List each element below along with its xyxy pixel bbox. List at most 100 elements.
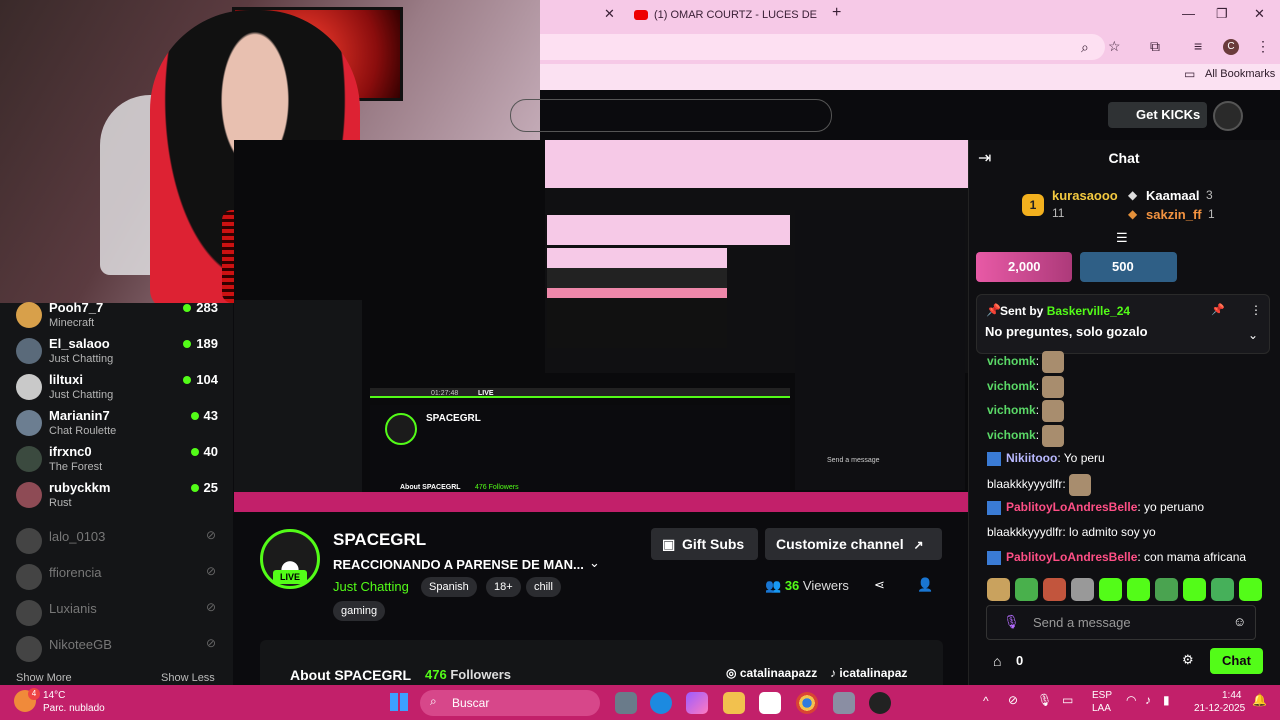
chat-message: vichomk: xyxy=(987,351,1065,373)
chat-username[interactable]: vichomk xyxy=(987,403,1036,417)
sidebar-channel[interactable]: El_salaoo Just Chatting 189 xyxy=(16,336,226,372)
volume-icon[interactable]: ♪ xyxy=(1145,693,1151,707)
store-icon[interactable] xyxy=(759,692,781,714)
chevron-down-icon[interactable]: ⌄ xyxy=(589,555,600,571)
customize-channel-button[interactable]: Customize channel ↗ xyxy=(765,528,942,560)
battery-icon[interactable]: ▮ xyxy=(1163,693,1170,707)
chat-username[interactable]: vichomk xyxy=(987,379,1036,393)
notification-icon[interactable]: 🔔 xyxy=(1252,693,1267,707)
chevron-down-icon[interactable]: ⌄ xyxy=(1248,328,1258,342)
windows-start-icon[interactable] xyxy=(390,693,408,711)
tiktok-link[interactable]: ♪ icatalinapaz xyxy=(830,666,907,680)
settings-icon[interactable] xyxy=(833,692,855,714)
obs-icon[interactable] xyxy=(869,692,891,714)
sidebar-channel[interactable]: rubyckkm Rust 25 xyxy=(16,480,226,516)
channel-viewers: 104 xyxy=(183,372,218,387)
zoom-icon[interactable]: ⌕ xyxy=(1081,39,1089,56)
bookmark-star-icon[interactable]: ☆ xyxy=(1108,38,1121,55)
chat-text: : xyxy=(1035,403,1040,418)
leader-name-2[interactable]: Kaamaal xyxy=(1146,188,1199,203)
sidebar-channel-offline[interactable]: NikoteeGB ⊘ xyxy=(16,634,226,670)
address-bar[interactable] xyxy=(540,34,1105,60)
sidebar-channel-offline[interactable]: Luxianis ⊘ xyxy=(16,598,226,634)
tag-spanish[interactable]: Spanish xyxy=(421,577,477,597)
leader-name-1[interactable]: kurasaooo xyxy=(1052,188,1118,203)
emote[interactable] xyxy=(1211,578,1234,601)
clock-date[interactable]: 21-12-2025 xyxy=(1194,703,1245,714)
chat-send-button[interactable]: Chat xyxy=(1210,648,1263,674)
capture-nested-bar xyxy=(547,215,790,245)
close-window-icon[interactable]: ✕ xyxy=(1254,6,1265,22)
emote[interactable] xyxy=(1071,578,1094,601)
category-link[interactable]: Just Chatting xyxy=(333,579,409,594)
show-more-link[interactable]: Show More xyxy=(16,672,72,684)
sidebar-channel[interactable]: Pooh7_7 Minecraft 283 xyxy=(16,300,226,336)
minimize-icon[interactable]: — xyxy=(1182,6,1195,21)
gift-subs-button[interactable]: ▣ Gift Subs xyxy=(651,528,758,560)
emote[interactable] xyxy=(1127,578,1150,601)
emote[interactable] xyxy=(987,578,1010,601)
kick-search-input[interactable] xyxy=(510,99,832,132)
chat-username[interactable]: vichomk xyxy=(987,354,1036,368)
language[interactable]: ESP xyxy=(1092,690,1112,701)
sidebar-channel[interactable]: Marianin7 Chat Roulette 43 xyxy=(16,408,226,444)
get-kicks-button[interactable]: Get KICKs xyxy=(1108,102,1207,128)
emote[interactable] xyxy=(1015,578,1038,601)
chrome-icon[interactable] xyxy=(796,692,818,714)
channel-viewers: 40 xyxy=(190,444,218,459)
leader-name-3[interactable]: sakzin_ff xyxy=(1146,207,1202,222)
chat-username[interactable]: PablitoyLoAndresBelle xyxy=(1006,550,1137,564)
emoji-icon[interactable]: ☺ xyxy=(1233,614,1246,629)
channel-name: liltuxi xyxy=(49,372,83,387)
restore-icon[interactable]: ❐ xyxy=(1216,6,1228,22)
emote[interactable] xyxy=(1099,578,1122,601)
edge-icon[interactable] xyxy=(650,692,672,714)
mic-icon[interactable]: 🎙 xyxy=(1003,614,1020,630)
more-options-icon[interactable]: ⋮ xyxy=(1250,303,1262,317)
chat-username[interactable]: blaakkkyyydlfr xyxy=(987,477,1062,491)
mic-tray-icon[interactable]: 🎙 xyxy=(1037,693,1052,707)
taskview-icon[interactable] xyxy=(615,692,637,714)
emote[interactable] xyxy=(1183,578,1206,601)
all-bookmarks[interactable]: All Bookmarks xyxy=(1205,68,1275,80)
share-icon[interactable]: ⋖ xyxy=(874,577,885,593)
emote[interactable] xyxy=(1155,578,1178,601)
channel-name[interactable]: SPACEGRL xyxy=(333,530,426,550)
chat-username[interactable]: blaakkkyyydlfr xyxy=(987,525,1062,539)
new-tab-button[interactable]: + xyxy=(832,4,841,22)
sidebar-channel-offline[interactable]: lalo_0103 ⊘ xyxy=(16,526,226,562)
media-icon[interactable]: ≡ xyxy=(1194,38,1202,54)
emote[interactable] xyxy=(1239,578,1262,601)
display-icon[interactable]: ▭ xyxy=(1062,693,1073,707)
tag-gaming[interactable]: gaming xyxy=(333,601,386,621)
chat-username[interactable]: PablitoyLoAndresBelle xyxy=(1006,500,1137,514)
settings-gear-icon[interactable]: ⚙ xyxy=(1182,652,1194,668)
copilot-icon[interactable] xyxy=(686,692,708,714)
tab-close-icon[interactable]: ✕ xyxy=(604,6,615,22)
follow-icon[interactable]: 👤 xyxy=(917,577,933,593)
emote[interactable] xyxy=(1043,578,1066,601)
user-avatar[interactable] xyxy=(1213,101,1243,131)
tag-chill[interactable]: chill xyxy=(526,577,561,597)
show-less-link[interactable]: Show Less xyxy=(161,672,215,684)
tab-youtube[interactable]: (1) OMAR COURTZ - LUCES DE xyxy=(620,4,820,30)
capture-taskbar xyxy=(234,492,968,512)
network-off-icon[interactable]: ⊘ xyxy=(1008,693,1018,707)
menu-icon[interactable]: ⋮ xyxy=(1256,38,1270,55)
chat-username[interactable]: Nikiitooo xyxy=(1006,451,1057,465)
tag-18plus[interactable]: 18+ xyxy=(486,577,521,597)
instagram-link[interactable]: ◎ catalinaapazz xyxy=(726,666,817,680)
sidebar-channel-offline[interactable]: ffiorencia ⊘ xyxy=(16,562,226,598)
sidebar-channel[interactable]: liltuxi Just Chatting 104 xyxy=(16,372,226,408)
tray-chevron-icon[interactable]: ^ xyxy=(983,694,989,708)
taskbar-search[interactable]: Buscar xyxy=(420,690,600,716)
file-explorer-icon[interactable] xyxy=(723,692,745,714)
clock-time[interactable]: 1:44 xyxy=(1222,690,1241,701)
pin-icon[interactable]: 📌 xyxy=(1211,303,1225,316)
wifi-icon[interactable]: ◠ xyxy=(1126,693,1136,707)
expand-leaderboard-icon[interactable]: ☰ xyxy=(1116,230,1128,246)
sidebar-channel[interactable]: ifrxnc0 The Forest 40 xyxy=(16,444,226,480)
profile-avatar[interactable]: C xyxy=(1223,39,1239,55)
chat-username[interactable]: vichomk xyxy=(987,428,1036,442)
extensions-icon[interactable]: ⧉ xyxy=(1150,38,1160,55)
